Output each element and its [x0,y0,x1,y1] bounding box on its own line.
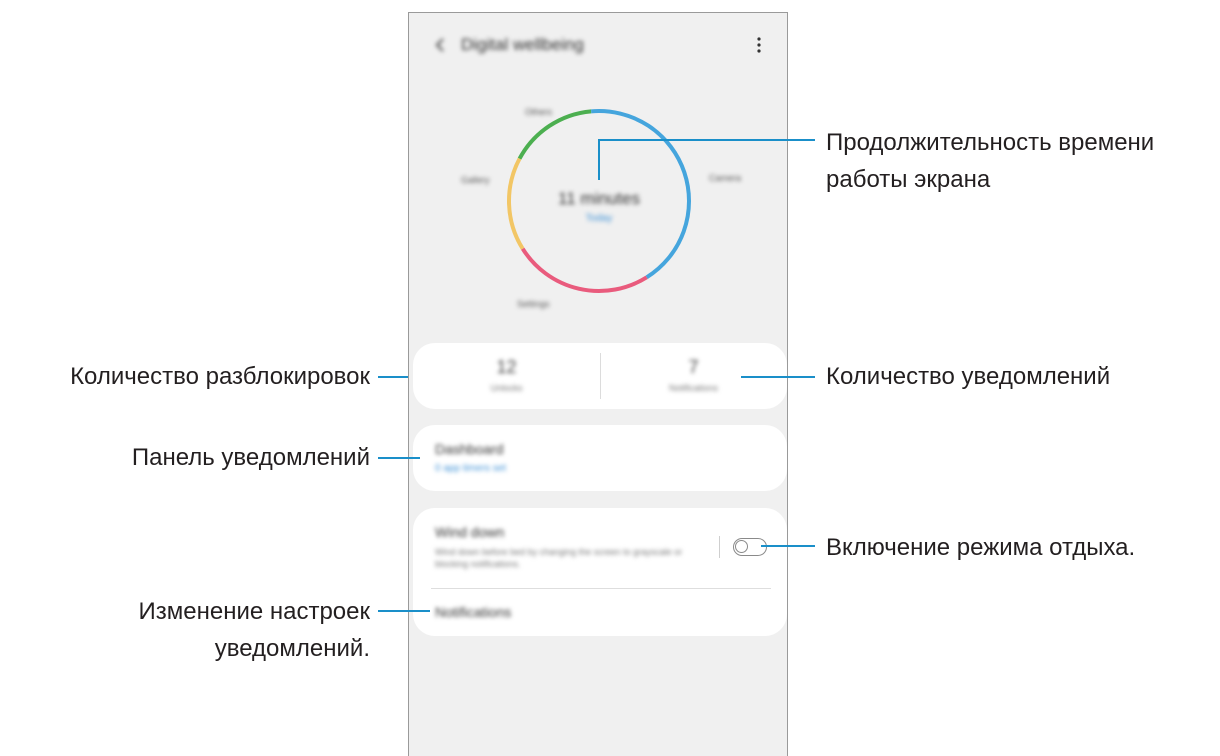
callout-screen-time-line2: работы экрана [826,166,991,193]
callout-dashboard: Панель уведомлений [131,444,370,471]
wind-down-description: Wind down before bed by changing the scr… [435,547,683,569]
settings-card: Wind down Wind down before bed by changi… [413,508,787,636]
toggle-knob [735,540,748,553]
unlocks-stat[interactable]: 12 Unlocks [413,343,600,409]
app-label-others: Others [525,107,553,117]
phone-screen: Digital wellbeing Others Camera Settings… [408,12,788,756]
app-label-settings: Settings [517,299,550,309]
usage-segment-others [517,109,592,160]
callout-notification-settings-line1: Изменение настроек [138,598,370,625]
notifications-stat[interactable]: 7 Notifications [600,343,787,409]
callout-unlocks: Количество разблокировок [70,363,370,390]
notifications-label: Notifications [668,383,719,393]
app-label-gallery: Gallery [461,175,490,185]
wind-down-toggle[interactable] [733,538,767,556]
notifications-settings-row[interactable]: Notifications [413,589,787,636]
notifications-value: 7 [688,357,699,377]
screen-time-period[interactable]: Today [479,213,719,224]
usage-segment-settings [520,247,648,293]
dashboard-title: Dashboard [435,441,504,457]
notifications-settings-label: Notifications [435,604,512,620]
screen-time-value: 11 minutes [558,189,640,208]
callout-notifications-count: Количество уведомлений [826,363,1111,390]
app-label-camera: Camera [709,173,742,183]
dashboard-subtitle: 0 app timers set [435,463,507,474]
unlocks-value: 12 [496,357,517,377]
callout-notification-settings-line2: уведомлений. [214,635,370,662]
wind-down-divider [719,536,720,558]
wind-down-title[interactable]: Wind down [435,524,504,540]
stats-card: 12 Unlocks 7 Notifications [413,343,787,409]
unlocks-label: Unlocks [490,383,523,393]
callout-wind-down: Включение режима отдыха. [826,534,1136,561]
dashboard-card[interactable]: Dashboard 0 app timers set [413,425,787,491]
callout-screen-time-line1: Продолжительность времени [826,129,1155,156]
